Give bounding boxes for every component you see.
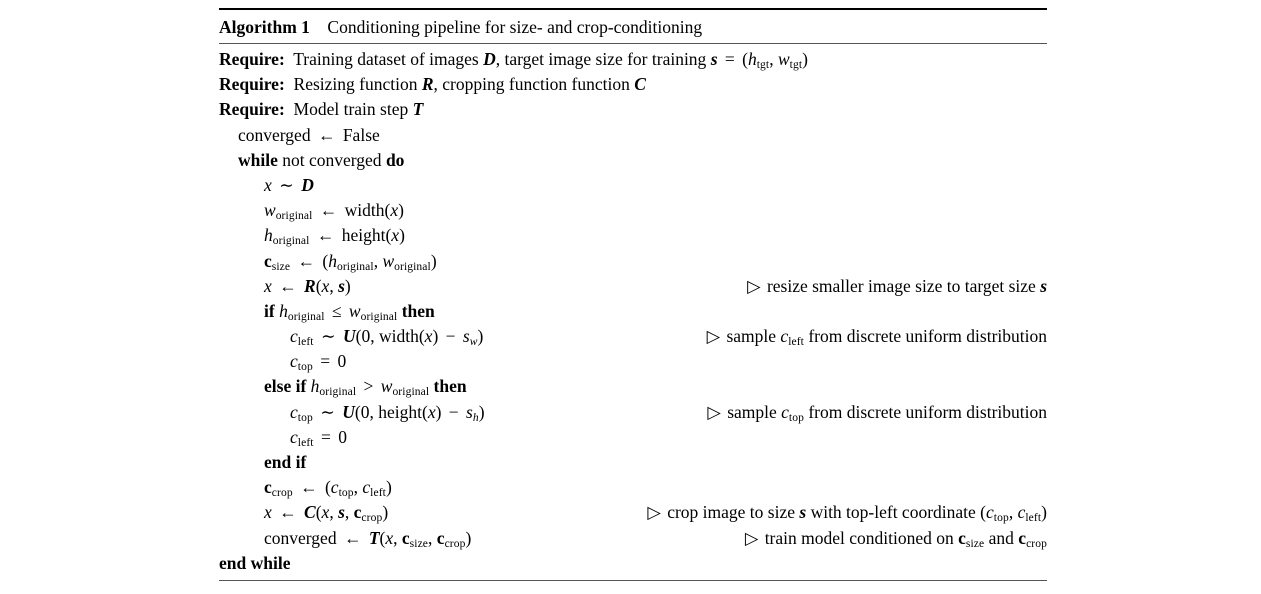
algorithm-line: x ∼ D: [219, 173, 1047, 198]
algorithm-line: horiginal ← height(x): [219, 223, 1047, 248]
algorithm-line-code: Require: Model train step T: [219, 99, 424, 120]
algorithm-line-comment: ▷ resize smaller image size to target si…: [747, 275, 1047, 296]
algorithm-line: cleft ∼ U(0, width(x) − sw) ▷ sample cle…: [219, 324, 1047, 349]
algorithm-line-code: end if: [264, 452, 307, 472]
algorithm-line: end while: [219, 551, 1047, 576]
algorithm-line-code: x ∼ D: [264, 174, 314, 195]
algorithm-bottom-rule: [219, 579, 1047, 581]
algorithm-line: Require: Model train step T: [219, 97, 1047, 122]
algorithm-line: x ← R(x, s) ▷ resize smaller image size …: [219, 274, 1047, 299]
algorithm-line: cleft = 0: [219, 425, 1047, 450]
algorithm-line: x ← C(x, s, ccrop) ▷ crop image to size …: [219, 500, 1047, 525]
algorithm-line: end if: [219, 450, 1047, 475]
algorithm-caption-label: Algorithm 1: [219, 17, 310, 37]
algorithm-block: Algorithm 1 Conditioning pipeline for si…: [219, 8, 1047, 581]
algorithm-caption-title: Conditioning pipeline for size- and crop…: [327, 17, 703, 37]
algorithm-caption: Algorithm 1 Conditioning pipeline for si…: [219, 10, 1047, 43]
algorithm-line-code: Require: Resizing function R, cropping f…: [219, 74, 646, 95]
algorithm-line: else if horiginal > woriginal then: [219, 374, 1047, 399]
algorithm-line-code: x ← R(x, s): [264, 275, 351, 296]
algorithm-line: while not converged do: [219, 148, 1047, 173]
algorithm-line-code: while not converged do: [238, 149, 405, 170]
algorithm-line: ctop ∼ U(0, height(x) − sh) ▷ sample cto…: [219, 400, 1047, 425]
algorithm-line: ccrop ← (ctop, cleft): [219, 475, 1047, 500]
algorithm-line: Require: Training dataset of images D, t…: [219, 47, 1047, 72]
algorithm-line: Require: Resizing function R, cropping f…: [219, 72, 1047, 97]
algorithm-line: converged ← False: [219, 123, 1047, 148]
algorithm-line: csize ← (horiginal, woriginal): [219, 249, 1047, 274]
algorithm-body: Require: Training dataset of images D, t…: [219, 44, 1047, 580]
algorithm-line-code: end while: [219, 552, 291, 573]
algorithm-line: ctop = 0: [219, 349, 1047, 374]
algorithm-line: converged ← T(x, csize, ccrop) ▷ train m…: [219, 526, 1047, 551]
algorithm-line: if horiginal ≤ woriginal then: [219, 299, 1047, 324]
algorithm-line: woriginal ← width(x): [219, 198, 1047, 223]
algorithm-line-code: converged ← False: [238, 124, 380, 145]
